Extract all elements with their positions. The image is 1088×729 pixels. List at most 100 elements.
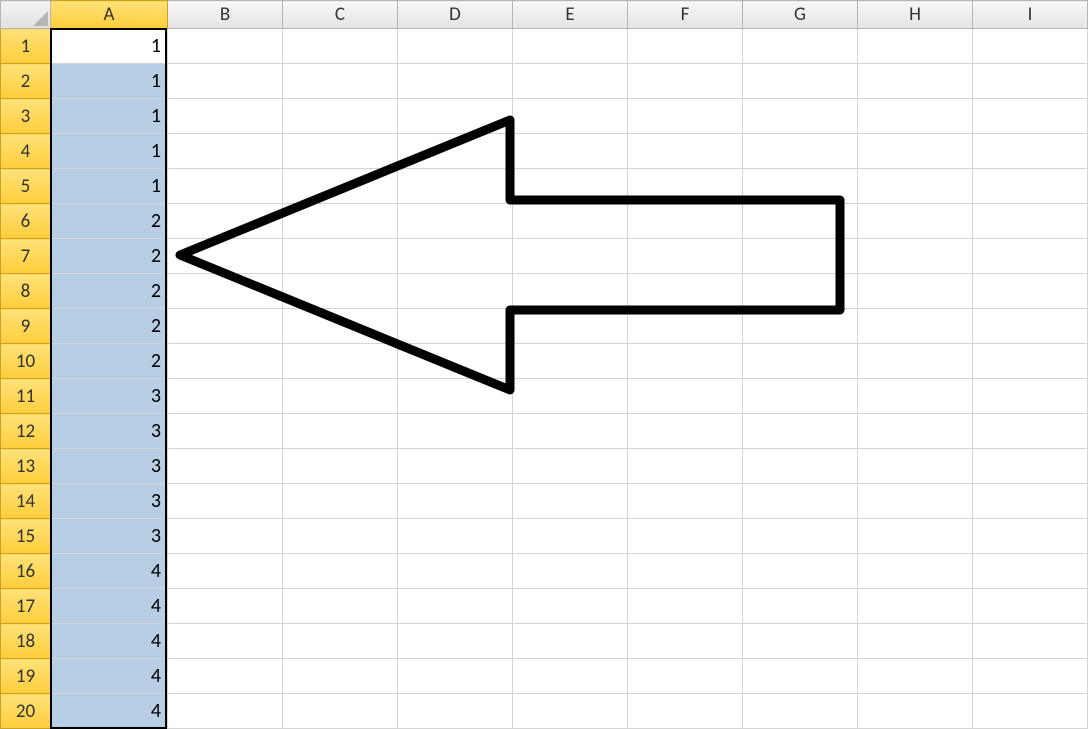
cell-A19[interactable]: 4 [51, 659, 168, 694]
cell-D2[interactable] [398, 64, 513, 99]
cell-I4[interactable] [973, 134, 1088, 169]
cell-C7[interactable] [283, 239, 398, 274]
cell-H17[interactable] [858, 589, 973, 624]
cell-F20[interactable] [628, 694, 743, 729]
cell-G6[interactable] [743, 204, 858, 239]
cell-F2[interactable] [628, 64, 743, 99]
cell-G20[interactable] [743, 694, 858, 729]
cell-B9[interactable] [168, 309, 283, 344]
row-header-8[interactable]: 8 [1, 274, 51, 309]
cell-D6[interactable] [398, 204, 513, 239]
cell-H8[interactable] [858, 274, 973, 309]
cell-C13[interactable] [283, 449, 398, 484]
cell-D13[interactable] [398, 449, 513, 484]
cell-H19[interactable] [858, 659, 973, 694]
cell-B2[interactable] [168, 64, 283, 99]
cell-E1[interactable] [513, 29, 628, 64]
cell-E11[interactable] [513, 379, 628, 414]
cell-I8[interactable] [973, 274, 1088, 309]
column-header-G[interactable]: G [743, 1, 858, 29]
cell-F13[interactable] [628, 449, 743, 484]
cell-D18[interactable] [398, 624, 513, 659]
cell-D8[interactable] [398, 274, 513, 309]
cell-G18[interactable] [743, 624, 858, 659]
cell-I6[interactable] [973, 204, 1088, 239]
cell-I15[interactable] [973, 519, 1088, 554]
cell-G5[interactable] [743, 169, 858, 204]
cell-I10[interactable] [973, 344, 1088, 379]
cell-D10[interactable] [398, 344, 513, 379]
cell-E12[interactable] [513, 414, 628, 449]
cell-B5[interactable] [168, 169, 283, 204]
cell-E17[interactable] [513, 589, 628, 624]
row-header-20[interactable]: 20 [1, 694, 51, 729]
cell-H11[interactable] [858, 379, 973, 414]
cell-H20[interactable] [858, 694, 973, 729]
cell-F18[interactable] [628, 624, 743, 659]
cell-E3[interactable] [513, 99, 628, 134]
cell-A4[interactable]: 1 [51, 134, 168, 169]
cell-A8[interactable]: 2 [51, 274, 168, 309]
cell-A9[interactable]: 2 [51, 309, 168, 344]
cell-F8[interactable] [628, 274, 743, 309]
cell-D14[interactable] [398, 484, 513, 519]
cell-I2[interactable] [973, 64, 1088, 99]
cell-I13[interactable] [973, 449, 1088, 484]
cell-H18[interactable] [858, 624, 973, 659]
cell-A1[interactable]: 1 [51, 29, 168, 64]
cell-H7[interactable] [858, 239, 973, 274]
row-header-9[interactable]: 9 [1, 309, 51, 344]
row-header-18[interactable]: 18 [1, 624, 51, 659]
cell-A6[interactable]: 2 [51, 204, 168, 239]
cell-E15[interactable] [513, 519, 628, 554]
cell-G16[interactable] [743, 554, 858, 589]
cell-G7[interactable] [743, 239, 858, 274]
row-header-15[interactable]: 15 [1, 519, 51, 554]
cell-H14[interactable] [858, 484, 973, 519]
cell-F10[interactable] [628, 344, 743, 379]
cell-D5[interactable] [398, 169, 513, 204]
cell-B6[interactable] [168, 204, 283, 239]
cell-A12[interactable]: 3 [51, 414, 168, 449]
cell-E2[interactable] [513, 64, 628, 99]
cell-D17[interactable] [398, 589, 513, 624]
cell-H16[interactable] [858, 554, 973, 589]
cell-C6[interactable] [283, 204, 398, 239]
cell-C3[interactable] [283, 99, 398, 134]
cell-C10[interactable] [283, 344, 398, 379]
cell-D4[interactable] [398, 134, 513, 169]
cell-B13[interactable] [168, 449, 283, 484]
cell-G19[interactable] [743, 659, 858, 694]
cell-E13[interactable] [513, 449, 628, 484]
row-header-19[interactable]: 19 [1, 659, 51, 694]
row-header-7[interactable]: 7 [1, 239, 51, 274]
cell-D11[interactable] [398, 379, 513, 414]
cell-C17[interactable] [283, 589, 398, 624]
cell-A2[interactable]: 1 [51, 64, 168, 99]
column-header-E[interactable]: E [513, 1, 628, 29]
cell-H12[interactable] [858, 414, 973, 449]
cell-B3[interactable] [168, 99, 283, 134]
cell-E14[interactable] [513, 484, 628, 519]
cell-H9[interactable] [858, 309, 973, 344]
cell-C15[interactable] [283, 519, 398, 554]
cell-A18[interactable]: 4 [51, 624, 168, 659]
cell-C5[interactable] [283, 169, 398, 204]
cell-F5[interactable] [628, 169, 743, 204]
column-header-B[interactable]: B [168, 1, 283, 29]
row-header-14[interactable]: 14 [1, 484, 51, 519]
cell-I17[interactable] [973, 589, 1088, 624]
cell-B12[interactable] [168, 414, 283, 449]
cell-F15[interactable] [628, 519, 743, 554]
cell-D7[interactable] [398, 239, 513, 274]
cell-I9[interactable] [973, 309, 1088, 344]
cell-G4[interactable] [743, 134, 858, 169]
cell-H5[interactable] [858, 169, 973, 204]
cell-I18[interactable] [973, 624, 1088, 659]
cell-B10[interactable] [168, 344, 283, 379]
cell-F12[interactable] [628, 414, 743, 449]
cell-H2[interactable] [858, 64, 973, 99]
row-header-12[interactable]: 12 [1, 414, 51, 449]
column-header-A[interactable]: A [51, 1, 168, 29]
cell-I20[interactable] [973, 694, 1088, 729]
